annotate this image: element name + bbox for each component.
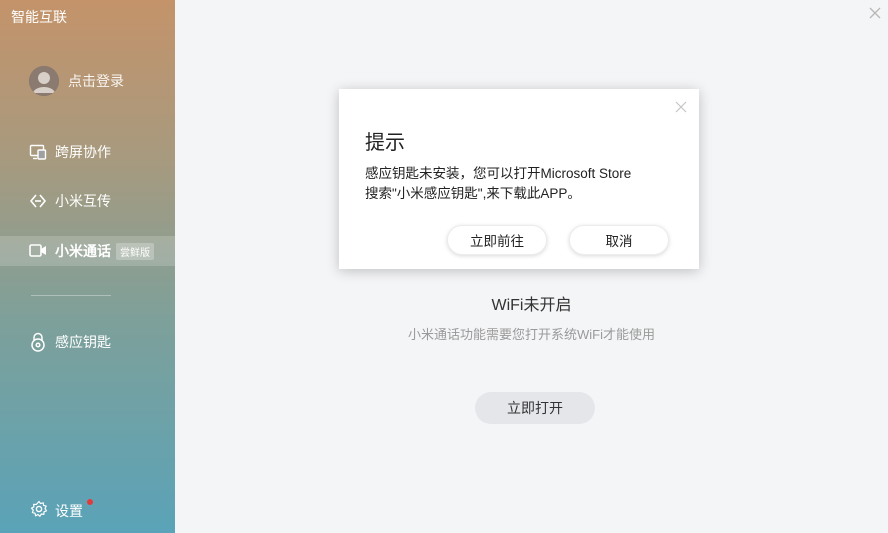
dialog-title: 提示	[365, 132, 405, 154]
sidebar-item-label: 小米通话	[55, 243, 111, 259]
app-title: 智能互联	[11, 9, 67, 25]
wifi-status-description: 小米通话功能需要您打开系统WiFi才能使用	[408, 327, 655, 342]
lock-icon	[29, 332, 47, 352]
gear-icon	[30, 500, 48, 521]
login-label[interactable]: 点击登录	[68, 71, 124, 91]
dialog-message: 感应钥匙未安装，您可以打开Microsoft Store 搜索"小米感应钥匙",…	[365, 164, 665, 204]
sidebar-item-label: 跨屏协作	[55, 144, 111, 160]
dialog-close-icon[interactable]	[674, 100, 688, 114]
notification-dot	[87, 499, 93, 505]
prompt-dialog: 提示 感应钥匙未安装，您可以打开Microsoft Store 搜索"小米感应钥…	[339, 89, 699, 269]
cancel-button[interactable]: 取消	[569, 225, 669, 255]
wifi-status-title: WiFi未开启	[491, 297, 572, 314]
sidebar-item-label: 感应钥匙	[55, 334, 111, 350]
window-close-icon[interactable]	[867, 5, 883, 21]
dialog-message-line: 感应钥匙未安装，您可以打开Microsoft Store	[365, 166, 632, 181]
video-call-icon	[29, 242, 47, 260]
screen-share-icon	[29, 143, 47, 161]
settings-button[interactable]: 设置	[30, 500, 83, 521]
user-avatar-icon[interactable]	[29, 66, 59, 96]
dialog-message-line: 搜索"小米感应钥匙",来下载此APP。	[365, 186, 581, 201]
sidebar-item-mi-transfer[interactable]: 小米互传	[0, 186, 175, 216]
transfer-icon	[29, 192, 47, 210]
sidebar-item-mi-call[interactable]: 小米通话 尝鲜版	[0, 236, 175, 266]
login-area[interactable]: 点击登录	[29, 66, 124, 96]
sidebar-item-label: 小米互传	[55, 193, 111, 209]
sidebar: 智能互联 点击登录 跨屏协作 小米互传 小米通话 尝鲜版 感应钥匙 设置	[0, 0, 175, 533]
sidebar-divider	[31, 295, 111, 296]
beta-badge: 尝鲜版	[116, 242, 154, 260]
open-wifi-button[interactable]: 立即打开	[475, 392, 595, 424]
go-now-button[interactable]: 立即前往	[447, 225, 547, 255]
sidebar-item-cross-screen[interactable]: 跨屏协作	[0, 137, 175, 167]
settings-label: 设置	[55, 502, 83, 519]
sidebar-item-sense-key[interactable]: 感应钥匙	[0, 327, 175, 357]
